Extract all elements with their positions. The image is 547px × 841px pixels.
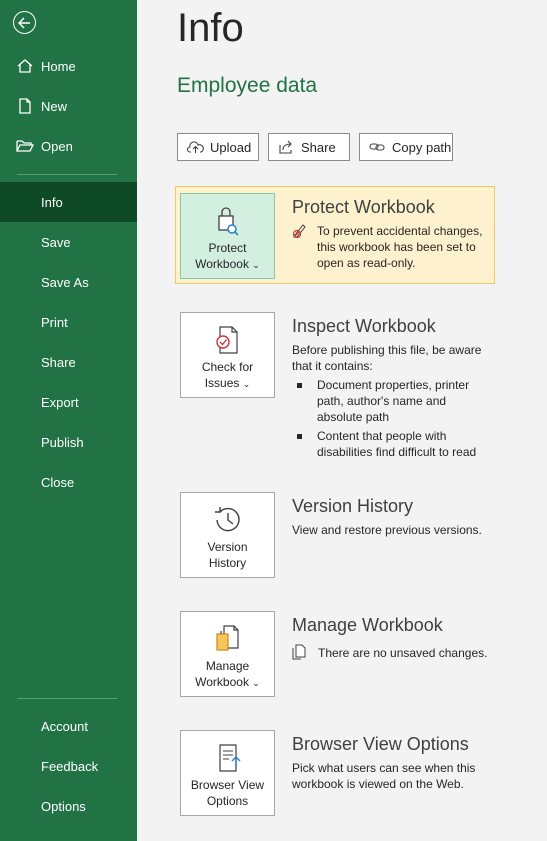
nav-share[interactable]: Share	[0, 342, 137, 382]
nav-open-label: Open	[41, 138, 73, 154]
inspect-text: Before publishing this file, be aware th…	[292, 343, 482, 373]
back-arrow-icon	[18, 16, 30, 29]
edit-warning-icon	[292, 224, 306, 238]
protect-button-label: Protect Workbook ⌄	[195, 241, 260, 271]
inspect-document-icon	[216, 326, 238, 354]
nav-new-label: New	[41, 98, 68, 114]
nav-feedback-label: Feedback	[41, 758, 99, 774]
chevron-down-icon: ⌄	[252, 260, 260, 270]
protect-workbook-button[interactable]: Protect Workbook ⌄	[180, 193, 275, 279]
nav-open[interactable]: Open	[0, 126, 137, 166]
nav-save[interactable]: Save	[0, 222, 137, 262]
nav-publish-label: Publish	[41, 434, 84, 450]
nav-save-as[interactable]: Save As	[0, 262, 137, 302]
browser-view-options-button[interactable]: Browser View Options	[180, 730, 275, 816]
link-icon	[369, 143, 385, 151]
upload-button[interactable]: Upload	[177, 133, 259, 161]
open-folder-icon	[16, 140, 34, 152]
copy-path-button[interactable]: Copy path	[359, 133, 453, 161]
nav-save-label: Save	[41, 234, 71, 250]
upload-label: Upload	[210, 139, 252, 155]
manage-workbook-button[interactable]: Manage Workbook ⌄	[180, 611, 275, 697]
browser-title: Browser View Options	[292, 734, 469, 754]
inspect-title: Inspect Workbook	[292, 316, 436, 336]
document-copy-icon	[292, 644, 306, 660]
nav-export-label: Export	[41, 394, 79, 410]
check-issues-label: Check for Issues ⌄	[201, 360, 254, 390]
page-title: Info	[177, 6, 244, 50]
chevron-down-icon: ⌄	[242, 379, 251, 389]
sidebar-divider-top	[17, 174, 117, 175]
share-label: Share	[301, 139, 336, 155]
nav-info-label: Info	[41, 194, 63, 210]
home-icon	[17, 59, 33, 73]
nav-info[interactable]: Info	[0, 182, 137, 222]
new-document-icon	[19, 98, 31, 114]
back-button[interactable]	[13, 11, 36, 34]
nav-options-label: Options	[41, 798, 86, 814]
share-icon	[279, 140, 292, 154]
nav-print-label: Print	[41, 314, 68, 330]
nav-print[interactable]: Print	[0, 302, 137, 342]
manage-workbook-label: Manage Workbook ⌄	[195, 659, 260, 689]
check-for-issues-button[interactable]: Check for Issues ⌄	[180, 312, 275, 398]
version-history-button[interactable]: Version History	[180, 492, 275, 578]
nav-save-as-label: Save As	[41, 274, 89, 290]
manage-title: Manage Workbook	[292, 615, 443, 635]
manage-text: There are no unsaved changes.	[318, 646, 488, 660]
browser-text: Pick what users can see when this workbo…	[292, 761, 476, 791]
nav-share-label: Share	[41, 354, 76, 370]
nav-export[interactable]: Export	[0, 382, 137, 422]
history-clock-icon	[215, 507, 240, 532]
nav-feedback[interactable]: Feedback	[0, 746, 137, 786]
nav-home-label: Home	[41, 58, 76, 74]
sidebar-divider-bottom	[17, 698, 117, 699]
nav-new[interactable]: New	[0, 86, 137, 126]
cloud-upload-icon	[187, 141, 204, 153]
nav-home[interactable]: Home	[0, 46, 137, 86]
nav-publish[interactable]: Publish	[0, 422, 137, 462]
nav-options[interactable]: Options	[0, 786, 137, 826]
nav-close[interactable]: Close	[0, 462, 137, 502]
nav-account-label: Account	[41, 718, 88, 734]
version-text: View and restore previous versions.	[292, 523, 482, 537]
chevron-down-icon: ⌄	[252, 678, 260, 688]
nav-account[interactable]: Account	[0, 706, 137, 746]
protect-text: To prevent accidental changes, this work…	[317, 224, 483, 270]
version-title: Version History	[292, 496, 414, 516]
browser-view-label: Browser View Options	[190, 778, 265, 808]
copy-path-label: Copy path	[392, 139, 452, 155]
manage-documents-icon	[216, 625, 239, 651]
nav-close-label: Close	[41, 474, 75, 490]
browser-view-icon	[219, 744, 241, 772]
backstage-sidebar: Home New Open Info Save Save As Print Sh…	[0, 0, 137, 841]
lock-document-icon	[218, 207, 239, 236]
share-button[interactable]: Share	[268, 133, 350, 161]
version-history-label: Version History	[207, 540, 248, 570]
protect-title: Protect Workbook	[292, 197, 435, 217]
document-name: Employee data	[177, 74, 318, 97]
info-pane: Info Employee data Upload Share Copy pat…	[137, 0, 547, 841]
